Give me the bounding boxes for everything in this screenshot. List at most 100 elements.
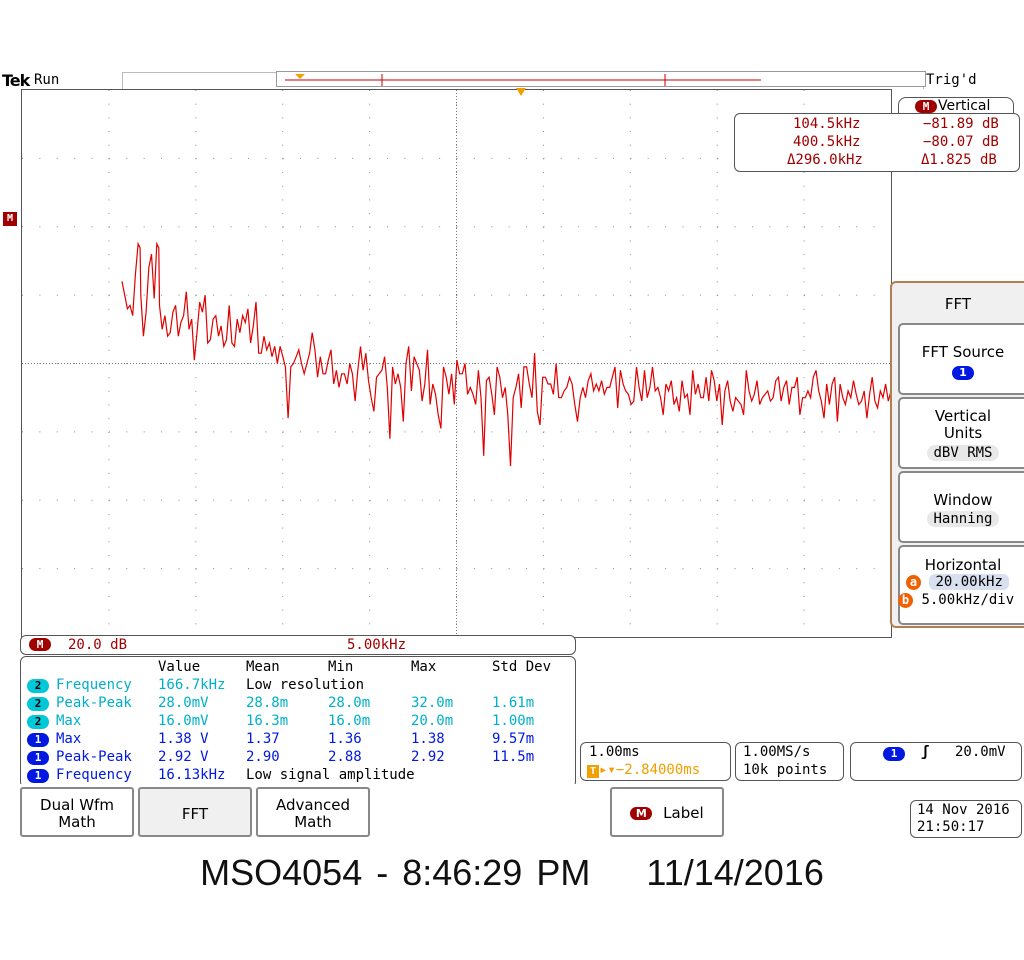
measurement-std: 1.61m bbox=[492, 695, 535, 711]
rising-edge-icon: ʃ bbox=[921, 744, 930, 760]
screenshot-caption: MSO4054 - 8:46:29 PM 11/14/2016 bbox=[200, 852, 824, 893]
time: 21:50:17 bbox=[917, 819, 985, 835]
channel-1-badge-icon: 1 bbox=[952, 366, 974, 380]
cursor-b-level: −80.07 dB bbox=[923, 134, 999, 150]
advanced-math-button[interactable]: Advanced Math bbox=[256, 787, 370, 837]
measurement-name: Peak-Peak bbox=[56, 749, 132, 765]
measurement-mean: Low resolution bbox=[246, 677, 365, 693]
fft-trace bbox=[121, 241, 892, 467]
measurement-max: 20.0m bbox=[411, 713, 454, 729]
cursor-b-badge-icon: b bbox=[898, 593, 913, 608]
record-overview bbox=[285, 74, 761, 86]
math-horizontal-scale: 5.00kHz bbox=[347, 637, 407, 653]
measurement-max: 1.38 bbox=[411, 731, 445, 747]
horizontal-button[interactable]: Horizontal a 20.00kHz b 5.00kHz/div bbox=[898, 545, 1024, 625]
sample-rate: 1.00MS/s bbox=[743, 744, 811, 760]
date: 14 Nov 2016 bbox=[917, 802, 1010, 818]
brand-logo: Tek bbox=[2, 71, 30, 90]
column-header-min: Min bbox=[328, 659, 354, 675]
measurement-name: Frequency bbox=[56, 677, 132, 693]
measurement-min: 1.36 bbox=[328, 731, 362, 747]
math-vertical-scale: 20.0 dB bbox=[68, 637, 128, 653]
cursor-b-frequency: 400.5kHz bbox=[793, 134, 861, 150]
record-length: 10k points bbox=[743, 762, 828, 778]
cursor-delta-level: Δ1.825 dB bbox=[921, 152, 997, 168]
cursor-a-level: −81.89 dB bbox=[923, 116, 999, 132]
side-menu-title: FFT bbox=[944, 295, 972, 313]
channel-1-badge-icon: 1 bbox=[27, 769, 49, 783]
advanced-math-label: Advanced Math bbox=[275, 796, 351, 831]
horizontal-scale-value: 5.00kHz/div bbox=[921, 592, 1015, 608]
acquisition-readout[interactable]: 1.00MS/s 10k points bbox=[735, 742, 844, 781]
window-label: Window bbox=[933, 491, 993, 509]
cursor-a-badge-icon: a bbox=[906, 575, 921, 590]
measurement-value: 16.13kHz bbox=[158, 767, 226, 783]
timebase-readout[interactable]: 1.00ms T ▸▾−2.84000ms bbox=[580, 742, 731, 781]
trigger-t-icon: T bbox=[587, 765, 599, 778]
record-view-window[interactable] bbox=[276, 71, 926, 87]
math-badge-icon: M bbox=[915, 100, 937, 113]
channel-2-badge-icon: 2 bbox=[27, 697, 49, 711]
math-scale-readout[interactable]: M 20.0 dB 5.00kHz bbox=[20, 635, 576, 655]
trigger-time-marker-icon[interactable] bbox=[516, 88, 526, 96]
measurement-mean: 1.37 bbox=[246, 731, 280, 747]
measurement-name: Max bbox=[56, 713, 82, 729]
fft-waveform-plot bbox=[22, 90, 892, 637]
acquisition-state: Run bbox=[34, 72, 60, 88]
channel-1-badge-icon: 1 bbox=[27, 751, 49, 765]
vertical-units-value: dBV RMS bbox=[927, 445, 999, 461]
trigger-position-icon bbox=[295, 74, 305, 79]
math-badge-icon: M bbox=[29, 638, 51, 651]
vertical-units-button[interactable]: Vertical Units dBV RMS bbox=[898, 397, 1024, 469]
trigger-position: −2.84000ms bbox=[615, 762, 701, 778]
label-button[interactable]: M Label bbox=[610, 787, 724, 837]
horizontal-scale: 1.00ms bbox=[589, 744, 640, 760]
fft-button[interactable]: FFT bbox=[138, 787, 252, 837]
date-time-display: 14 Nov 2016 21:50:17 bbox=[910, 800, 1022, 838]
column-header-value: Value bbox=[158, 659, 201, 675]
cursor-readout-title: Vertical bbox=[938, 98, 991, 114]
measurement-max: 32.0m bbox=[411, 695, 454, 711]
column-header-max: Max bbox=[411, 659, 437, 675]
channel-2-badge-icon: 2 bbox=[27, 715, 49, 729]
trigger-readout[interactable]: 1 ʃ 20.0mV bbox=[850, 742, 1022, 781]
measurement-min: 2.88 bbox=[328, 749, 362, 765]
math-reference-marker[interactable]: M bbox=[3, 212, 17, 226]
measurement-value: 166.7kHz bbox=[158, 677, 226, 693]
measurement-min: 28.0m bbox=[328, 695, 371, 711]
measurement-mean: 28.8m bbox=[246, 695, 289, 711]
column-header-mean: Mean bbox=[246, 659, 280, 675]
measurement-name: Max bbox=[56, 731, 82, 747]
measurement-table: Value Mean Min Max Std Dev 2 Frequency 166… bbox=[20, 656, 576, 788]
column-header-std-dev: Std Dev bbox=[492, 659, 552, 675]
dual-wfm-math-button[interactable]: Dual Wfm Math bbox=[20, 787, 134, 837]
trigger-state: Trig'd bbox=[926, 72, 977, 88]
fft-source-button[interactable]: FFT Source 1 bbox=[898, 323, 1024, 395]
measurement-value: 28.0mV bbox=[158, 695, 209, 711]
fft-source-label: FFT Source bbox=[921, 343, 1005, 361]
measurement-name: Frequency bbox=[56, 767, 132, 783]
trigger-level: 20.0mV bbox=[955, 744, 1006, 760]
cursor-delta-frequency: Δ296.0kHz bbox=[787, 152, 863, 168]
channel-2-badge-icon: 2 bbox=[27, 679, 49, 693]
fft-label: FFT bbox=[181, 805, 209, 823]
vertical-units-label: Vertical Units bbox=[934, 407, 992, 442]
trigger-source-badge-icon: 1 bbox=[883, 747, 905, 761]
measurement-value: 1.38 V bbox=[158, 731, 209, 747]
window-button[interactable]: Window Hanning bbox=[898, 471, 1024, 543]
measurement-std: 1.00m bbox=[492, 713, 535, 729]
measurement-value: 2.92 V bbox=[158, 749, 209, 765]
measurement-value: 16.0mV bbox=[158, 713, 209, 729]
label-button-text: Label bbox=[663, 804, 704, 822]
measurement-min: 16.0m bbox=[328, 713, 371, 729]
measurement-std: 9.57m bbox=[492, 731, 535, 747]
channel-1-badge-icon: 1 bbox=[27, 733, 49, 747]
measurement-max: 2.92 bbox=[411, 749, 445, 765]
cursor-readout: 104.5kHz −81.89 dB 400.5kHz −80.07 dB Δ2… bbox=[734, 113, 1020, 172]
trigger-offset-arrow-icon: ▸▾ bbox=[599, 762, 616, 778]
horizontal-center-value: 20.00kHz bbox=[929, 574, 1009, 590]
window-value: Hanning bbox=[927, 511, 999, 527]
measurement-mean: Low signal amplitude bbox=[246, 767, 415, 783]
horizontal-label: Horizontal bbox=[924, 556, 1002, 574]
dual-wfm-math-label: Dual Wfm Math bbox=[40, 796, 114, 831]
